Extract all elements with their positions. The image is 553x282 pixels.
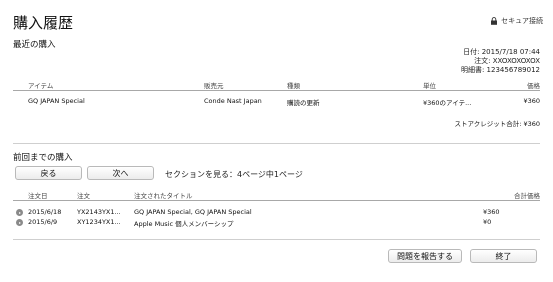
col-type-header: 種類 [287, 82, 300, 90]
history-row-order: YX2143YX1... [77, 208, 121, 216]
previous-heading: 前回までの購入 [13, 153, 73, 163]
history-row-total: ¥360 [483, 208, 500, 216]
col-item-header: アイテム [28, 82, 54, 90]
history-row-title: Apple Music 個人メンバーシップ [134, 220, 234, 228]
secure-connection: セキュア接続 [490, 16, 543, 26]
header-divider [13, 90, 540, 91]
col-unit-header: 単位 [423, 82, 436, 90]
recent-heading: 最近の購入 [13, 40, 56, 50]
page-title: 購入履歴 [13, 14, 74, 32]
done-button[interactable]: 終了 [470, 249, 537, 263]
history-row-date: 2015/6/18 [28, 208, 62, 216]
section-divider [13, 143, 540, 144]
secure-label: セキュア接続 [501, 17, 543, 25]
col-total-header: 合計価格 [514, 192, 540, 200]
item-unit: ¥360のアイテ... [423, 99, 472, 107]
arrow-circle-icon[interactable] [16, 219, 23, 226]
footer-divider [13, 239, 540, 240]
store-credit-total: ストアクレジット合計: ¥360 [454, 120, 540, 128]
history-row-order: XY1234YX1... [77, 218, 121, 226]
item-type: 購読の更新 [287, 99, 320, 107]
report-problem-button[interactable]: 問題を報告する [388, 249, 462, 263]
col-title-header: 注文されたタイトル [134, 192, 193, 200]
history-header-divider [13, 200, 540, 201]
item-name: GQ JAPAN Special [28, 97, 85, 105]
col-price-header: 価格 [527, 82, 540, 90]
invoice-number: 明細書: 123456789012 [460, 66, 540, 74]
next-button[interactable]: 次へ [87, 166, 154, 180]
col-seller-header: 販売元 [204, 82, 224, 90]
back-button[interactable]: 戻る [15, 166, 82, 180]
item-price: ¥360 [523, 97, 540, 105]
history-row-date: 2015/6/9 [28, 218, 58, 226]
history-row-title: GQ JAPAN Special, GQ JAPAN Special [134, 208, 252, 216]
col-order-header: 注文 [77, 192, 90, 200]
arrow-circle-icon[interactable] [16, 209, 23, 216]
history-row-total: ¥0 [483, 218, 492, 226]
section-page-info: セクションを見る：4ページ中1ページ [165, 170, 303, 179]
item-seller: Conde Nast Japan [204, 97, 262, 105]
col-date-header: 注文日 [28, 192, 48, 200]
lock-icon [491, 17, 498, 25]
